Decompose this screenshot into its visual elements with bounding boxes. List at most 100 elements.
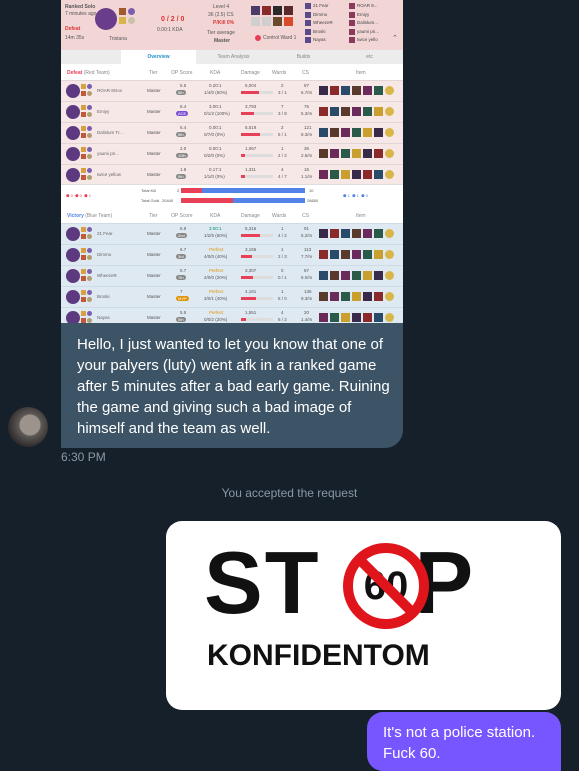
rune-icon xyxy=(87,105,92,110)
tab-overview[interactable]: Overview xyxy=(121,50,196,64)
outgoing-message-bubble[interactable]: It's not a police station. Fuck 60. xyxy=(367,712,561,771)
red-total-kill: 2 xyxy=(177,188,180,193)
rune-icon xyxy=(87,297,92,302)
item-icon xyxy=(385,292,394,301)
item-icon xyxy=(374,271,383,280)
damage-bar-fill xyxy=(241,318,247,321)
summoner-spell-icon xyxy=(81,168,86,173)
rune-icon xyxy=(87,84,92,89)
damage-value: 3,307 xyxy=(245,268,257,273)
item-icon xyxy=(319,271,328,280)
rune-icon xyxy=(87,126,92,131)
damage-value: 3,793 xyxy=(245,104,257,109)
player-row[interactable]: Nayas Master 5.5 5th Perfect 0/0/2 (20%) 1,551… xyxy=(61,307,403,323)
player-row[interactable]: Emiyy Master 6.4 ACE 3.00:1 0/1/2 (100%) 3,793… xyxy=(61,101,403,122)
item-icon xyxy=(374,107,383,116)
konfidentom-label: KONFIDENTOM xyxy=(207,639,430,672)
rank-badge: ACE xyxy=(176,111,189,116)
wards-value: 1 xyxy=(281,247,284,252)
red-team-name: (Red Team) xyxy=(83,70,110,76)
summoner-spell-icon xyxy=(81,91,86,96)
item-icon xyxy=(385,250,394,259)
summoner-spell-icon xyxy=(119,17,126,24)
kda-detail: 0/2/0 (0%) xyxy=(204,153,225,158)
player-row[interactable]: WheezeR Master 5.7 7th Perfect 2/0/0 (20%) 3,3… xyxy=(61,265,403,286)
mini-player-name: 21 Fear xyxy=(313,3,329,9)
cs-per-min: 2.5/m xyxy=(301,153,313,158)
damage-value: 1,311 xyxy=(245,167,256,172)
item-icon xyxy=(352,86,361,95)
item-icon xyxy=(319,292,328,301)
player-row[interactable]: twice yellow Master 1.8 9th 0.17:1 1/1/0 (0%)… xyxy=(61,164,403,185)
mini-player-name: Nayas xyxy=(313,37,326,43)
item-icon xyxy=(319,128,328,137)
rank-badge-label: 3rd xyxy=(176,254,186,259)
tab-etc[interactable]: etc xyxy=(336,50,403,64)
item-icon xyxy=(330,128,339,137)
player-row[interactable]: 21 Fear Master 6.9 2nd 3.00:1 1/2/5 (60%) 5,31… xyxy=(61,223,403,244)
kda-detail: 0/1/2 (100%) xyxy=(204,111,230,116)
cs-per-min: 6.0/m xyxy=(301,275,313,280)
tab-builds[interactable]: Builds xyxy=(271,50,336,64)
cs-per-min: 9.3/m xyxy=(301,296,313,301)
player-row[interactable]: Broski Master 7 MVP Perfect 3/0/1 (40%) 4,181 1… xyxy=(61,286,403,307)
rune-icon xyxy=(87,269,92,274)
item-icon xyxy=(319,229,328,238)
player-tier: Master xyxy=(147,294,161,299)
match-screenshot[interactable]: Ranked Solo 7 minutes ago Defeat 14m 35s… xyxy=(61,0,403,323)
rune-icon xyxy=(87,234,92,239)
champion-avatar xyxy=(66,269,80,283)
item-icon xyxy=(341,128,350,137)
summoner-spell-icon xyxy=(81,255,86,260)
rank-badge: 2nd xyxy=(176,233,187,238)
cs-value: 36 xyxy=(304,146,310,151)
damage-bar xyxy=(241,297,273,300)
cs-per-min: 6.7/m xyxy=(301,90,313,95)
red-objective-icons: ⬣ 0 ⬣ 0 ⬣ 1 xyxy=(66,193,91,198)
item-icon xyxy=(385,271,394,280)
item-icon xyxy=(363,271,372,280)
champion-avatar xyxy=(66,84,80,98)
op-score: 6.9 xyxy=(180,226,187,231)
rank-badge: 5th xyxy=(176,132,186,137)
champion-avatar xyxy=(66,168,80,182)
tab-team-analysis[interactable]: Team Analysis xyxy=(196,50,271,64)
item-icon xyxy=(385,229,394,238)
item-icon xyxy=(385,128,394,137)
player-tier: Master xyxy=(147,231,161,236)
sender-avatar[interactable] xyxy=(8,407,48,447)
player-row[interactable]: yaumi pri... Master 2.0 10th 0.00:1 0/2/0 (0%… xyxy=(61,143,403,164)
cs-value: 20 xyxy=(304,310,310,315)
item-icon xyxy=(341,250,350,259)
kda-detail: 0/7/0 (0%) xyxy=(204,132,225,137)
damage-value: 5,316 xyxy=(245,226,257,231)
damage-bar xyxy=(241,276,273,279)
col-item: Item xyxy=(356,213,366,219)
blue-objective-icons: ⬣ 1 ⬣ 1 ⬣ 0 xyxy=(343,193,368,198)
item-icon xyxy=(352,250,361,259)
rank-badge-label: MVP xyxy=(176,296,189,301)
wards-detail: 2 / 2 xyxy=(278,153,287,158)
item-icon xyxy=(352,292,361,301)
player-row[interactable]: Dalislum Tr... Master 6.4 5th 0.00:1 0/7/0 (0… xyxy=(61,122,403,143)
stop-konfidentom-image[interactable]: STP 60 KONFIDENTOM xyxy=(166,521,561,710)
mini-player-name: Dalislum... xyxy=(357,20,379,26)
kda-ratio: Perfect xyxy=(209,247,224,252)
incoming-timestamp: 6:30 PM xyxy=(61,450,106,464)
collapse-chevron-icon[interactable]: ⌃ xyxy=(392,34,398,42)
item-icon xyxy=(319,250,328,259)
player-row[interactable]: ROAR 8Oox Master 5.5 5th 0.20:1 1/4/0 (50%) 5,… xyxy=(61,80,403,101)
duration: 14m 35s xyxy=(65,35,85,41)
incoming-message-bubble[interactable]: Ranked Solo 7 minutes ago Defeat 14m 35s… xyxy=(61,0,403,448)
player-row[interactable]: Dimmo Master 6.7 3rd Perfect 4/0/0 (40%) 3,165… xyxy=(61,244,403,265)
player-tier: Master xyxy=(147,151,161,156)
rank-badge-label: 5th xyxy=(176,90,186,95)
rank-badge-label: 9th xyxy=(176,174,186,179)
damage-bar xyxy=(241,112,273,115)
outgoing-message-text: It's not a police station. Fuck 60. xyxy=(383,724,536,762)
rune-icon xyxy=(87,248,92,253)
total-kill-label: Total Kill xyxy=(141,188,156,193)
item-icon xyxy=(341,170,350,179)
champion-avatar xyxy=(66,147,80,161)
col-op-score: OP Score xyxy=(171,213,193,219)
